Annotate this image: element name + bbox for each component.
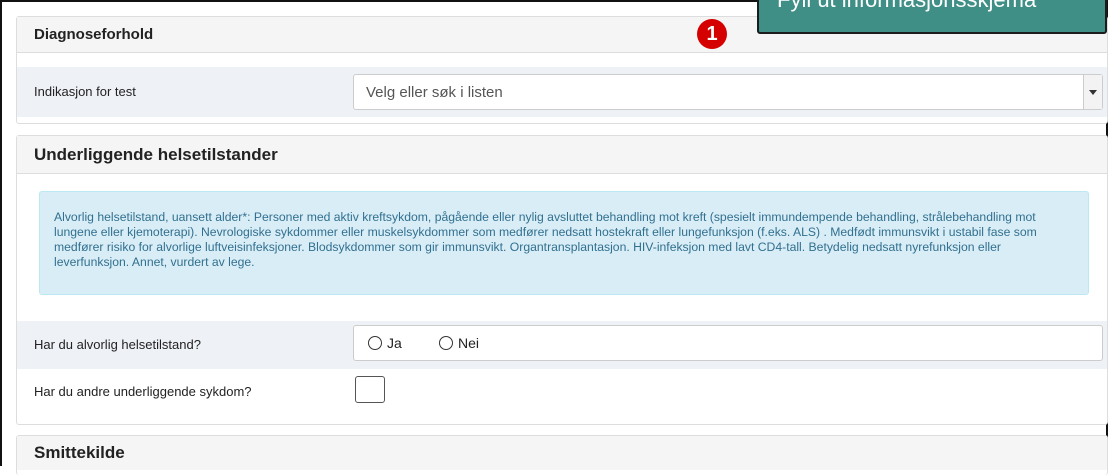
info-alert: Alvorlig helsetilstand, uansett alder*: … <box>39 191 1089 295</box>
radio-no-label: Nei <box>458 335 480 351</box>
source-panel: Smittekilde <box>16 435 1108 475</box>
indication-label: Indikasjon for test <box>34 84 136 99</box>
callout-text: Fyll ut informasjonsskjema <box>777 0 1036 12</box>
radio-yes-label: Ja <box>387 335 402 351</box>
select-placeholder: Velg eller søk i listen <box>366 84 503 101</box>
source-heading: Smittekilde <box>17 436 1107 470</box>
serious-radio-group: Ja Nei <box>353 325 1103 361</box>
chevron-down-icon[interactable] <box>1083 75 1102 109</box>
form-window: Diagnoseforhold Indikasjon for test Velg… <box>0 0 1108 475</box>
health-heading: Underliggende helsetilstander <box>17 136 1107 174</box>
other-disease-checkbox[interactable] <box>355 376 385 403</box>
radio-yes[interactable]: Ja <box>368 335 402 351</box>
radio-yes-circle[interactable] <box>368 336 382 350</box>
step-badge: 1 <box>697 19 727 49</box>
callout-tab: Fyll ut informasjonsskjema <box>757 0 1107 34</box>
radio-no[interactable]: Nei <box>439 335 479 351</box>
other-question-label: Har du andre underliggende sykdom? <box>34 384 252 399</box>
health-panel: Underliggende helsetilstander Alvorlig h… <box>16 135 1108 425</box>
indication-select[interactable]: Velg eller søk i listen <box>353 74 1103 110</box>
serious-question-label: Har du alvorlig helsetilstand? <box>34 337 201 352</box>
radio-no-circle[interactable] <box>439 336 453 350</box>
